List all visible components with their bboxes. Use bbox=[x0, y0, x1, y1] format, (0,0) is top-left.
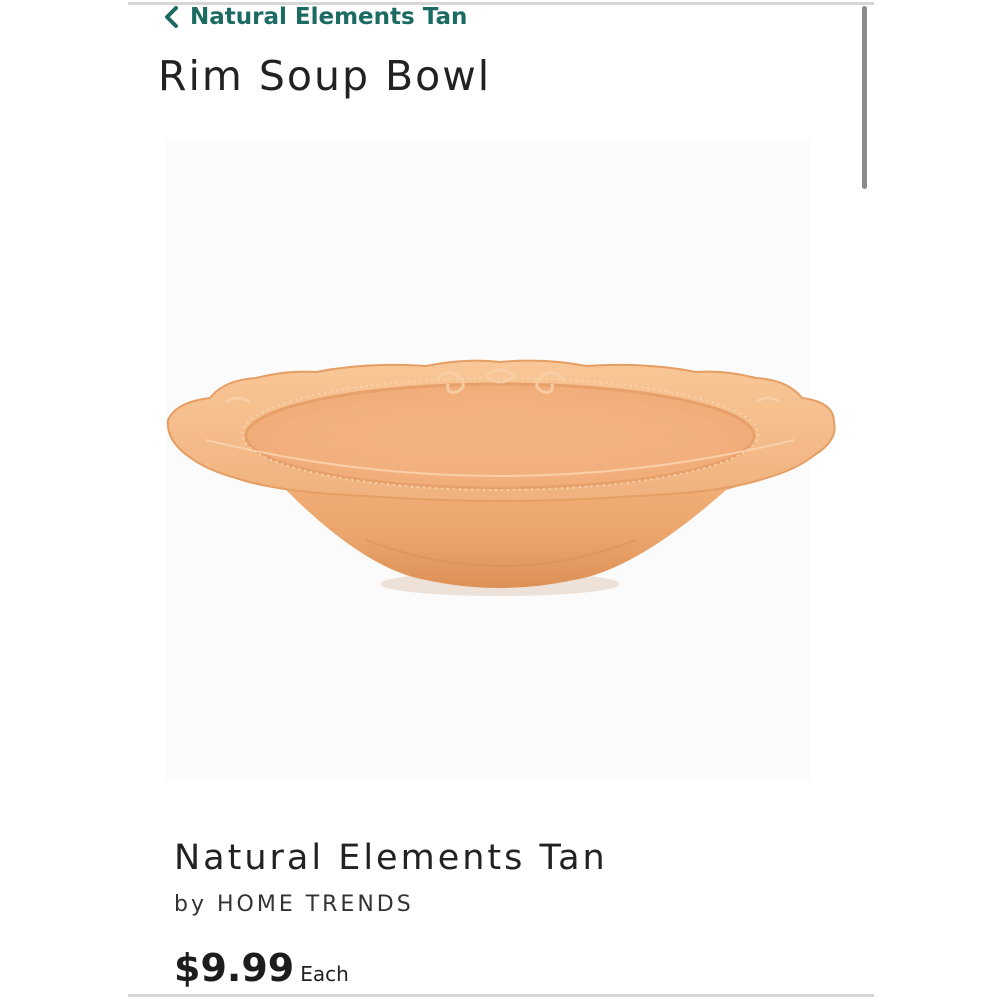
product-image[interactable] bbox=[166, 140, 836, 780]
back-link[interactable]: Natural Elements Tan bbox=[162, 1, 467, 33]
price-value: $9.99 bbox=[174, 946, 295, 990]
price-unit: Each bbox=[300, 962, 349, 986]
scrollbar-thumb[interactable] bbox=[862, 6, 867, 189]
price-row: $9.99 Each bbox=[174, 946, 349, 990]
bottom-divider bbox=[128, 994, 874, 997]
bowl-illustration bbox=[166, 359, 836, 596]
chevron-left-icon bbox=[162, 5, 182, 29]
manufacturer-byline: by HOME TRENDS bbox=[174, 892, 414, 917]
page-title: Rim Soup Bowl bbox=[158, 52, 492, 100]
back-link-label: Natural Elements Tan bbox=[190, 4, 468, 30]
product-pattern-name: Natural Elements Tan bbox=[174, 838, 608, 878]
